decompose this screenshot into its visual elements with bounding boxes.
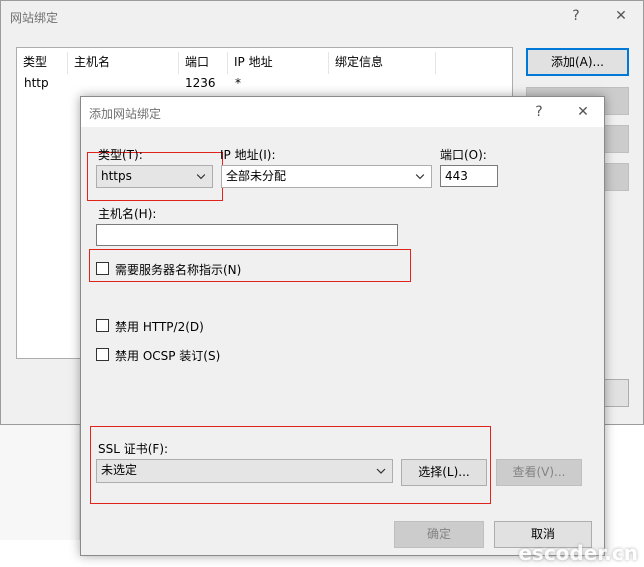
view-certificate-button[interactable]: 查看(V)... — [496, 459, 582, 486]
background-panel — [0, 425, 80, 540]
cell-port: 1236 — [185, 76, 216, 90]
column-header-ip[interactable]: IP 地址 — [234, 52, 273, 72]
type-select[interactable]: https — [96, 165, 213, 188]
column-header-binding-info[interactable]: 绑定信息 — [335, 52, 383, 72]
column-header-port[interactable]: 端口 — [185, 52, 209, 72]
ip-address-select[interactable]: 全部未分配 — [221, 165, 432, 188]
close-button[interactable]: ✕ — [611, 6, 631, 26]
column-separator[interactable] — [435, 52, 436, 74]
column-header-type[interactable]: 类型 — [23, 52, 47, 72]
port-input[interactable]: 443 — [440, 165, 498, 187]
ip-label: IP 地址(I): — [220, 148, 276, 162]
type-label: 类型(T): — [98, 148, 143, 162]
ok-button[interactable]: 确定 — [394, 521, 484, 548]
watermark-text: escoder.cn — [518, 541, 638, 565]
chevron-down-icon — [196, 174, 206, 180]
sni-checkbox[interactable] — [96, 262, 109, 275]
help-button[interactable]: ? — [566, 6, 586, 26]
column-header-host[interactable]: 主机名 — [74, 52, 110, 72]
add-site-binding-dialog: 添加网站绑定 ? ✕ 类型(T): https IP 地址(I): 全部未分配 … — [80, 96, 605, 556]
dialog-title: 添加网站绑定 — [89, 107, 162, 121]
cell-ip: * — [235, 76, 241, 90]
ssl-select-value: 未选定 — [101, 463, 138, 477]
disable-http2-checkbox[interactable] — [96, 319, 109, 332]
column-separator[interactable] — [67, 52, 68, 74]
port-label: 端口(O): — [440, 148, 487, 162]
sni-label: 需要服务器名称指示(N) — [115, 263, 242, 277]
column-separator[interactable] — [227, 52, 228, 74]
chevron-down-icon — [415, 174, 425, 180]
column-separator[interactable] — [178, 52, 179, 74]
disable-ocsp-label: 禁用 OCSP 装订(S) — [115, 349, 221, 363]
host-label: 主机名(H): — [98, 207, 157, 221]
add-button[interactable]: 添加(A)... — [526, 48, 629, 76]
disable-http2-label: 禁用 HTTP/2(D) — [115, 320, 204, 334]
ssl-label: SSL 证书(F): — [98, 442, 169, 456]
cell-type: http — [24, 76, 49, 90]
chevron-down-icon — [376, 468, 386, 474]
select-certificate-button[interactable]: 选择(L)... — [401, 459, 487, 486]
window-title: 网站绑定 — [10, 11, 59, 25]
type-select-value: https — [101, 169, 132, 183]
disable-ocsp-checkbox[interactable] — [96, 348, 109, 361]
column-separator[interactable] — [328, 52, 329, 74]
host-name-input[interactable] — [96, 224, 398, 246]
ip-select-value: 全部未分配 — [226, 169, 287, 183]
dialog-help-button[interactable]: ? — [529, 102, 549, 122]
dialog-close-button[interactable]: ✕ — [573, 102, 593, 122]
ssl-certificate-select[interactable]: 未选定 — [96, 459, 393, 483]
